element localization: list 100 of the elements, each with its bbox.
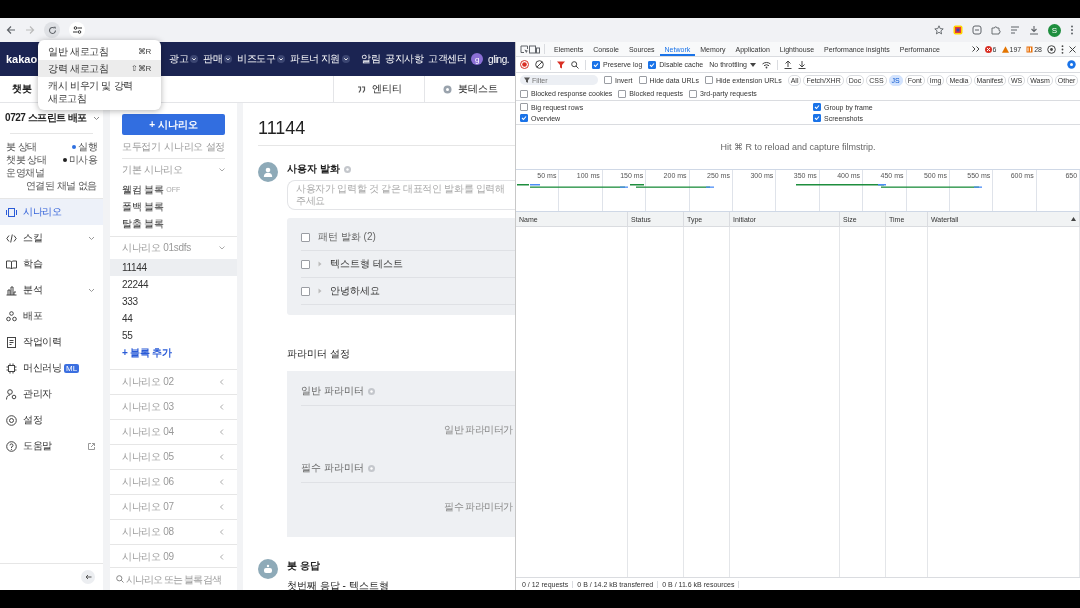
close-icon[interactable] (1069, 45, 1076, 53)
checkbox[interactable] (592, 60, 600, 69)
checkbox[interactable] (813, 103, 821, 111)
arrow-left-icon (84, 574, 92, 580)
status-value: 실행 (78, 140, 97, 153)
more-icon[interactable] (1070, 25, 1074, 35)
chevron-down-icon (342, 55, 350, 63)
nav-item[interactable]: 설정 (0, 407, 103, 433)
checkbox[interactable] (689, 89, 698, 98)
menu-item[interactable]: 판매 (203, 52, 233, 66)
utterance-text: 텍스트형 테스트 (330, 257, 403, 271)
search-icon (116, 575, 124, 583)
header-link[interactable]: 고객센터 (428, 52, 467, 66)
block-item[interactable]: 탈출 블록 (110, 215, 237, 232)
checkbox[interactable] (618, 89, 627, 98)
nav-item[interactable]: 작업이력 (0, 329, 103, 355)
menu-item[interactable]: 파트너 지원 (290, 52, 350, 66)
chevron-left-icon (219, 479, 225, 485)
settings-icon[interactable] (1047, 44, 1056, 54)
menu-item[interactable]: 일반 새로고침 ⌘R (38, 43, 161, 60)
block-item[interactable]: 333 (110, 293, 237, 310)
help-icon (367, 464, 375, 472)
checkbox[interactable] (704, 76, 713, 84)
profile-avatar[interactable]: S (1048, 23, 1061, 37)
more-tabs-icon[interactable] (971, 46, 980, 52)
nav-item[interactable]: 도움말 (0, 433, 103, 459)
checkbox[interactable] (520, 89, 528, 98)
settings-icon[interactable] (1067, 60, 1076, 69)
block-item[interactable]: 폴백 블록 (110, 198, 237, 215)
checkbox[interactable] (638, 76, 647, 84)
chevron-down-icon (92, 115, 100, 121)
warning-icon (1001, 45, 1009, 53)
checkbox[interactable] (301, 259, 310, 269)
status-label: 챗봇 상태 (6, 153, 47, 166)
status-value: 연결된 채널 없음 (25, 179, 97, 192)
utterance-field[interactable]: 사용자가 입력할 것 같은 대표적인 발화를 입력해주세요 (287, 180, 515, 210)
wifi-icon[interactable] (762, 60, 771, 69)
tab[interactable]: 엔티티 (333, 76, 424, 102)
nav-item[interactable]: 학습 (0, 251, 103, 277)
flag-icon (1026, 45, 1034, 53)
block-item[interactable]: 11144 (110, 259, 237, 276)
section-title: 챗봇 (11, 82, 32, 96)
block-item[interactable]: 55 (110, 327, 237, 344)
device-icon[interactable] (529, 44, 540, 54)
chevron-left-icon (219, 429, 225, 435)
user-name[interactable]: gling. (488, 53, 509, 65)
menu-item[interactable]: 비즈도구 (237, 52, 286, 66)
search-icon[interactable] (571, 60, 579, 69)
caret-down-icon (750, 62, 756, 67)
header-link[interactable]: 알림 (361, 52, 381, 66)
search-field[interactable]: 시나리오 또는 블록 검색 (114, 572, 233, 586)
window-icon (6, 206, 17, 218)
list-icon[interactable] (1010, 25, 1020, 35)
checkbox[interactable] (301, 286, 310, 296)
chevron-down-icon (219, 167, 225, 173)
block-item[interactable]: 22244 (110, 276, 237, 293)
checkbox[interactable] (813, 114, 821, 122)
site-info-button[interactable] (69, 22, 85, 38)
download-icon[interactable] (798, 60, 806, 69)
nav-item[interactable]: 스킬 (0, 225, 103, 251)
nav-item[interactable]: 관리자 (0, 381, 103, 407)
clear-icon[interactable] (535, 60, 544, 69)
help-icon (367, 387, 375, 395)
checkbox[interactable] (520, 103, 528, 111)
collapse-button[interactable] (81, 570, 95, 584)
checkbox[interactable] (301, 232, 310, 242)
user-avatar[interactable]: g (471, 53, 484, 65)
nav-item[interactable]: 시나리오 (0, 199, 103, 225)
reload-icon (47, 25, 57, 35)
chevron-left-icon (219, 454, 225, 460)
nav-item[interactable]: 배포 (0, 303, 103, 329)
circle-icon (442, 84, 452, 94)
parameter-heading: 필수 파라미터 (301, 461, 364, 475)
puzzle-icon[interactable] (991, 25, 1001, 35)
back-icon[interactable] (6, 25, 16, 35)
logo[interactable]: kakao (6, 53, 38, 65)
header-link[interactable]: 공지사항 (385, 52, 424, 66)
nav-item[interactable]: 분석 (0, 277, 103, 303)
reload-button[interactable] (44, 22, 60, 38)
checkbox[interactable] (604, 76, 612, 84)
inspect-icon[interactable] (520, 44, 529, 54)
extension-icon[interactable] (972, 25, 982, 35)
block-item[interactable]: 44 (110, 310, 237, 327)
help-icon (6, 440, 17, 452)
menu-item[interactable]: 광고 (169, 52, 199, 66)
more-icon[interactable] (1061, 44, 1064, 54)
menu-item[interactable]: 강력 새로고침 ⇧⌘R (38, 60, 161, 77)
extension-icon[interactable] (953, 25, 963, 35)
add-block-link[interactable]: + 블록 추가 (110, 344, 237, 361)
add-scenario-button[interactable]: + 시나리오 (122, 114, 225, 135)
chevron-left-icon (219, 554, 225, 560)
robot-icon (263, 564, 273, 574)
chevron-left-icon (219, 529, 225, 535)
star-icon[interactable] (934, 25, 944, 35)
nav-item[interactable]: 머신러닝 ML (0, 355, 103, 381)
upload-icon[interactable] (784, 60, 792, 69)
checkbox[interactable] (648, 60, 657, 69)
record-icon[interactable] (520, 60, 529, 69)
checkbox[interactable] (520, 114, 528, 122)
filter-icon[interactable] (557, 60, 565, 69)
